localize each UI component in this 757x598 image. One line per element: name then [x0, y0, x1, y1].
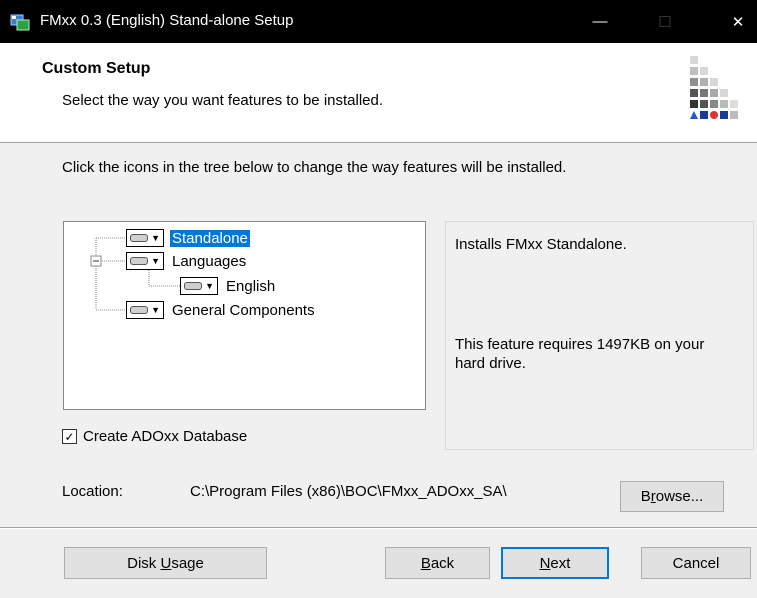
page-title: Custom Setup — [42, 60, 151, 77]
tree-item-label[interactable]: Standalone — [170, 229, 250, 247]
tree-item-languages[interactable]: ▼ Languages — [126, 250, 248, 272]
back-button[interactable]: Back — [385, 547, 490, 579]
tree-item-standalone[interactable]: ▼ Standalone — [126, 227, 250, 249]
page-subtitle: Select the way you want features to be i… — [62, 92, 384, 109]
location-label: Location: — [62, 483, 123, 500]
drive-icon[interactable]: ▼ — [126, 252, 164, 270]
tree-item-english[interactable]: ▼ English — [180, 275, 277, 297]
tree-item-label[interactable]: Languages — [170, 253, 248, 270]
close-button[interactable]: ✕ — [713, 0, 757, 43]
drive-icon[interactable]: ▼ — [180, 277, 218, 295]
drive-icon[interactable]: ▼ — [126, 229, 164, 247]
wizard-header: Custom Setup Select the way you want fea… — [0, 43, 757, 143]
feature-tree[interactable]: ▼ Standalone ▼ Languages ▼ English ▼ Gen… — [63, 221, 426, 410]
disk-usage-button[interactable]: Disk Usage — [64, 547, 267, 579]
setup-logo — [690, 56, 738, 119]
feature-info-panel: Installs FMxx Standalone. This feature r… — [445, 221, 754, 450]
browse-button[interactable]: Br owse... — [620, 481, 724, 512]
minimize-button[interactable]: — — [575, 0, 625, 43]
drive-icon[interactable]: ▼ — [126, 301, 164, 319]
create-database-checkbox[interactable]: ✓ — [62, 429, 77, 444]
feature-requirement: This feature requires 1497KB on your har… — [455, 336, 705, 372]
tree-item-label[interactable]: English — [224, 278, 277, 295]
create-database-label: Create ADOxx Database — [83, 428, 248, 445]
window-title: FMxx 0.3 (English) Stand-alone Setup — [40, 12, 294, 29]
create-database-checkbox-row[interactable]: ✓ Create ADOxx Database — [62, 428, 247, 445]
tree-item-label[interactable]: General Components — [170, 302, 317, 319]
tree-item-general-components[interactable]: ▼ General Components — [126, 299, 317, 321]
title-bar: FMxx 0.3 (English) Stand-alone Setup — ☐… — [0, 0, 757, 43]
installer-icon — [10, 14, 30, 31]
location-path: C:\Program Files (x86)\BOC\FMxx_ADOxx_SA… — [190, 483, 507, 500]
maximize-button[interactable]: ☐ — [640, 0, 690, 43]
cancel-button[interactable]: Cancel — [641, 547, 751, 579]
instructions-text: Click the icons in the tree below to cha… — [62, 159, 567, 176]
next-button[interactable]: Next — [501, 547, 609, 579]
feature-description: Installs FMxx Standalone. — [455, 236, 627, 253]
footer-separator — [0, 527, 757, 529]
